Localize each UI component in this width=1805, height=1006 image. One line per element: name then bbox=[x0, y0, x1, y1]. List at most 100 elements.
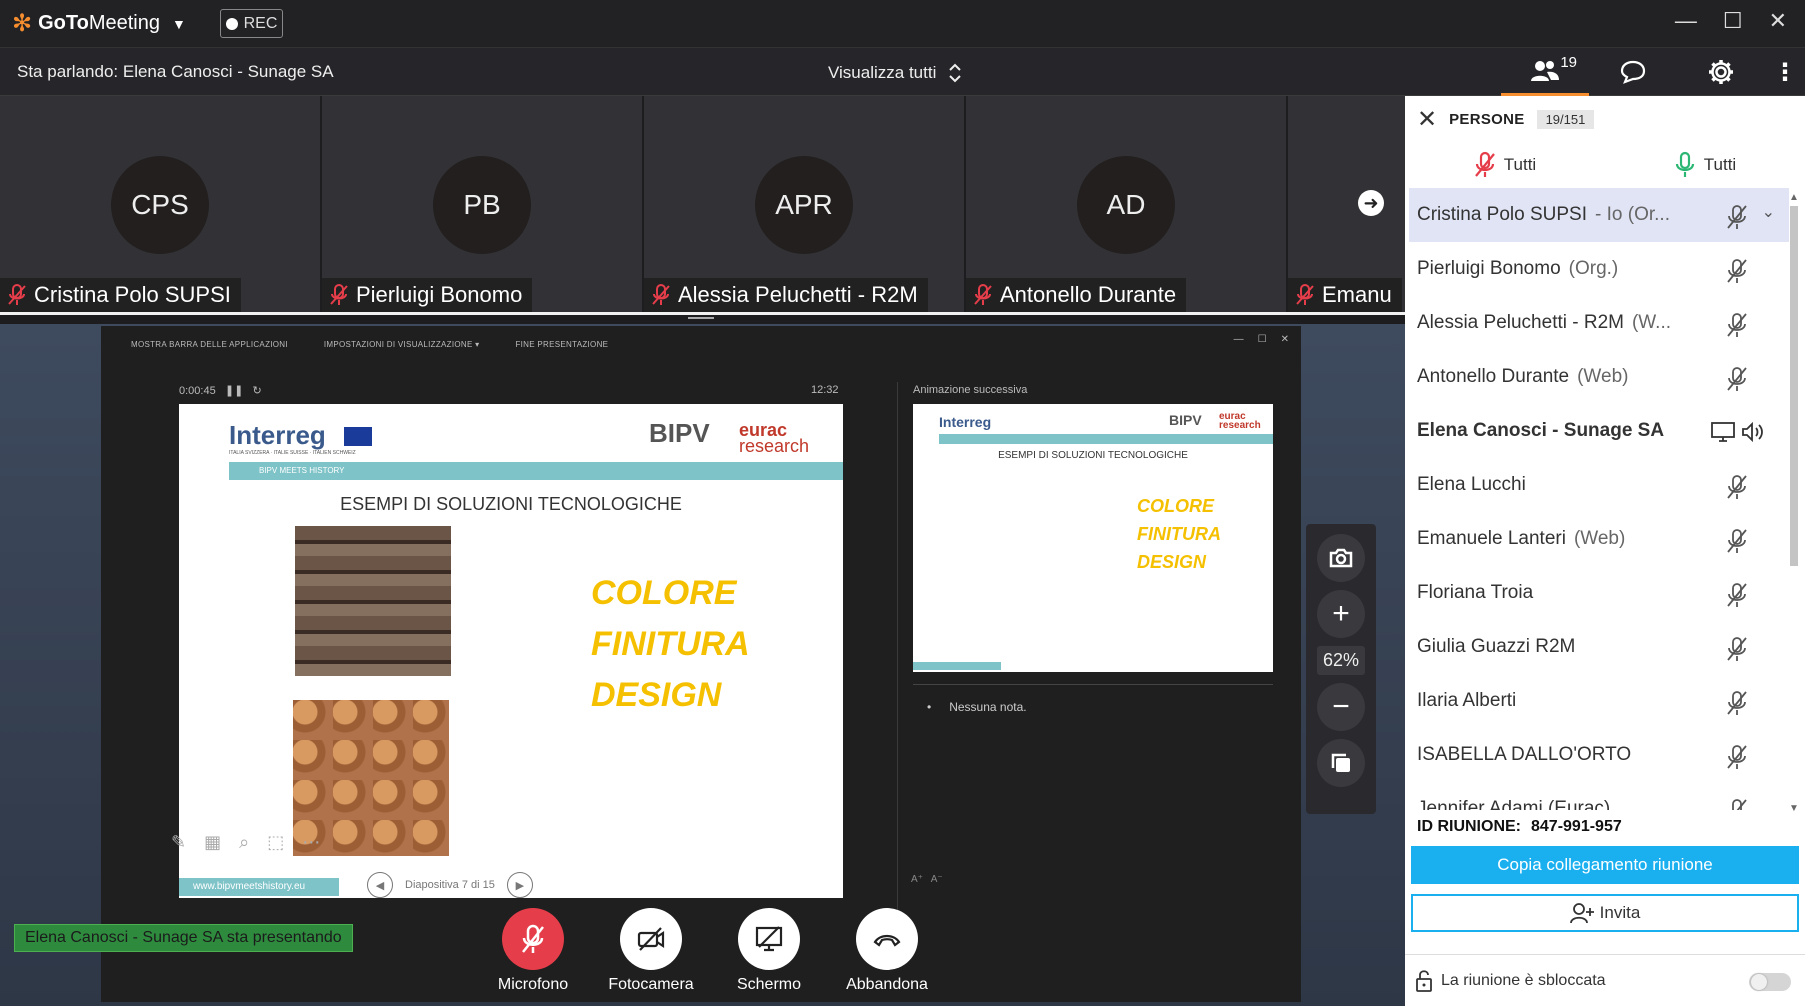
presentation-stage: MOSTRA BARRA DELLE APPLICAZIONI IMPOSTAZ… bbox=[0, 324, 1405, 1006]
magnifier-icon[interactable]: ⌕ bbox=[239, 832, 249, 853]
record-button[interactable]: REC bbox=[220, 9, 283, 38]
mic-status[interactable] bbox=[1725, 312, 1749, 344]
participant-row[interactable]: Elena Lucchi bbox=[1409, 458, 1789, 512]
plus-icon: + bbox=[1332, 597, 1350, 630]
mic-status[interactable] bbox=[1725, 528, 1749, 560]
pen-icon[interactable]: ✎ bbox=[171, 832, 186, 853]
mic-status[interactable] bbox=[1725, 582, 1749, 614]
snapshot-button[interactable] bbox=[1317, 534, 1365, 582]
chat-button[interactable] bbox=[1589, 48, 1677, 96]
screen-toggle[interactable] bbox=[738, 908, 800, 970]
participant-name: Alessia Peluchetti - R2M bbox=[1417, 312, 1624, 333]
copy-meeting-link-button[interactable]: Copia collegamento riunione bbox=[1411, 846, 1799, 884]
avatar: CPS bbox=[111, 156, 209, 254]
grip-handle-icon[interactable] bbox=[688, 317, 714, 319]
participant-row[interactable]: Floriana Troia bbox=[1409, 566, 1789, 620]
zoom-controls: + 62% − bbox=[1306, 524, 1376, 814]
camera-toggle[interactable] bbox=[620, 908, 682, 970]
participant-row[interactable]: Alessia Peluchetti - R2M (W... bbox=[1409, 296, 1789, 350]
camera-button[interactable]: Fotocamera bbox=[608, 908, 694, 994]
lock-toggle[interactable] bbox=[1749, 973, 1791, 991]
close-panel-icon[interactable]: ✕ bbox=[1417, 105, 1437, 134]
view-all-selector[interactable]: Visualizza tutti bbox=[828, 62, 962, 84]
invite-button[interactable]: Invita bbox=[1411, 894, 1799, 932]
chevron-down-icon[interactable]: ⌄ bbox=[1762, 202, 1775, 222]
participant-name: Elena Lucchi bbox=[1417, 474, 1526, 495]
mic-status[interactable] bbox=[1725, 636, 1749, 668]
eu-flag-icon bbox=[344, 427, 372, 446]
mic-status[interactable] bbox=[1725, 366, 1749, 398]
participant-name: Cristina Polo SUPSI bbox=[1417, 204, 1588, 225]
settings-button[interactable] bbox=[1677, 48, 1765, 96]
interreg-logo: Interreg bbox=[229, 420, 326, 450]
mic-status[interactable] bbox=[1725, 258, 1749, 290]
participant-name: Cristina Polo SUPSI bbox=[34, 282, 231, 307]
participant-tile[interactable]: AD Antonello Durante bbox=[966, 96, 1288, 312]
mic-status[interactable] bbox=[1725, 798, 1749, 810]
muted-mic-icon bbox=[1727, 475, 1747, 499]
shared-screen: MOSTRA BARRA DELLE APPLICAZIONI IMPOSTAZ… bbox=[101, 326, 1301, 1002]
gear-icon bbox=[1709, 60, 1733, 84]
display-settings-button[interactable]: IMPOSTAZIONI DI VISUALIZZAZIONE ▾ bbox=[324, 340, 480, 349]
leave-button[interactable]: Abbandona bbox=[846, 908, 928, 994]
speaker-notes: Nessuna nota. bbox=[927, 700, 1026, 714]
camera-off-icon bbox=[637, 927, 665, 951]
zoom-in-button[interactable]: + bbox=[1317, 590, 1365, 638]
participant-row[interactable]: Giulia Guazzi R2M bbox=[1409, 620, 1789, 674]
mic-status[interactable] bbox=[1725, 204, 1749, 236]
participant-list-scrollbar[interactable]: ▲ ▼ bbox=[1787, 192, 1801, 814]
mic-status[interactable] bbox=[1725, 744, 1749, 776]
participant-tile[interactable]: Emanu bbox=[1288, 96, 1405, 312]
screen-share-button[interactable]: Schermo bbox=[728, 908, 810, 994]
participant-row[interactable]: Antonello Durante (Web) bbox=[1409, 350, 1789, 404]
presenter-status[interactable] bbox=[1711, 420, 1765, 450]
mic-status[interactable] bbox=[1725, 474, 1749, 506]
participant-nametag: Emanu bbox=[1288, 278, 1402, 312]
fit-screen-button[interactable] bbox=[1317, 739, 1365, 787]
mute-all-button[interactable]: Tutti bbox=[1405, 142, 1605, 188]
people-tab-button[interactable]: 19 bbox=[1501, 48, 1589, 96]
scroll-down-icon[interactable]: ▼ bbox=[1787, 803, 1801, 814]
participant-row[interactable]: Elena Canosci - Sunage SA bbox=[1409, 404, 1789, 458]
participant-row[interactable]: Pierluigi Bonomo (Org.) bbox=[1409, 242, 1789, 296]
participant-row[interactable]: Cristina Polo SUPSI - Io (Or... ⌄ bbox=[1409, 188, 1789, 242]
participant-name: Floriana Troia bbox=[1417, 582, 1534, 603]
close-icon[interactable]: ✕ bbox=[1769, 8, 1787, 34]
app-menu[interactable]: ✻ GoToMeeting ▼ bbox=[12, 11, 186, 35]
crop-icon[interactable]: ⬚ bbox=[267, 832, 284, 853]
muted-mic-icon bbox=[1727, 259, 1747, 283]
participant-name: Alessia Peluchetti - R2M bbox=[678, 282, 918, 307]
zoom-out-button[interactable]: − bbox=[1317, 683, 1365, 731]
minimize-icon[interactable]: — bbox=[1675, 8, 1697, 34]
show-taskbar-button[interactable]: MOSTRA BARRA DELLE APPLICAZIONI bbox=[131, 340, 288, 349]
participant-row[interactable]: Jennifer Adami (Eurac) bbox=[1409, 782, 1789, 810]
participant-tile[interactable]: CPS Cristina Polo SUPSI bbox=[0, 96, 322, 312]
font-size-controls[interactable]: A⁺ A⁻ bbox=[911, 874, 943, 885]
unmute-all-button[interactable]: Tutti bbox=[1605, 142, 1805, 188]
prev-slide-icon[interactable]: ◀ bbox=[367, 872, 393, 898]
muted-mic-icon bbox=[330, 284, 348, 305]
leave-toggle[interactable] bbox=[856, 908, 918, 970]
scroll-thumb[interactable] bbox=[1790, 206, 1798, 566]
end-presentation-button[interactable]: FINE PRESENTAZIONE bbox=[515, 340, 608, 349]
participant-row[interactable]: Emanuele Lanteri (Web) bbox=[1409, 512, 1789, 566]
mic-status[interactable] bbox=[1725, 690, 1749, 722]
microphone-button[interactable]: Microfono bbox=[492, 908, 574, 994]
maximize-icon[interactable]: ☐ bbox=[1723, 8, 1743, 34]
participant-row[interactable]: Ilaria Alberti bbox=[1409, 674, 1789, 728]
participant-tile[interactable]: PB Pierluigi Bonomo bbox=[322, 96, 644, 312]
muted-mic-icon bbox=[8, 284, 26, 305]
record-dot-icon bbox=[225, 17, 238, 30]
strip-next-arrow-icon[interactable]: ➜ bbox=[1358, 190, 1384, 216]
more-icon[interactable]: ⋯ bbox=[302, 832, 320, 853]
grid-icon[interactable]: ▦ bbox=[204, 832, 221, 853]
scroll-up-icon[interactable]: ▲ bbox=[1787, 192, 1801, 203]
participant-row[interactable]: ISABELLA DALLO'ORTO bbox=[1409, 728, 1789, 782]
screen-label: Schermo bbox=[736, 976, 802, 993]
more-options-button[interactable]: ⋮ bbox=[1765, 48, 1805, 96]
resize-divider[interactable] bbox=[0, 312, 1405, 324]
mic-toggle[interactable] bbox=[502, 908, 564, 970]
invite-label: Invita bbox=[1599, 903, 1641, 922]
next-slide-icon[interactable]: ▶ bbox=[506, 872, 533, 898]
participant-tile[interactable]: APR Alessia Peluchetti - R2M bbox=[644, 96, 966, 312]
